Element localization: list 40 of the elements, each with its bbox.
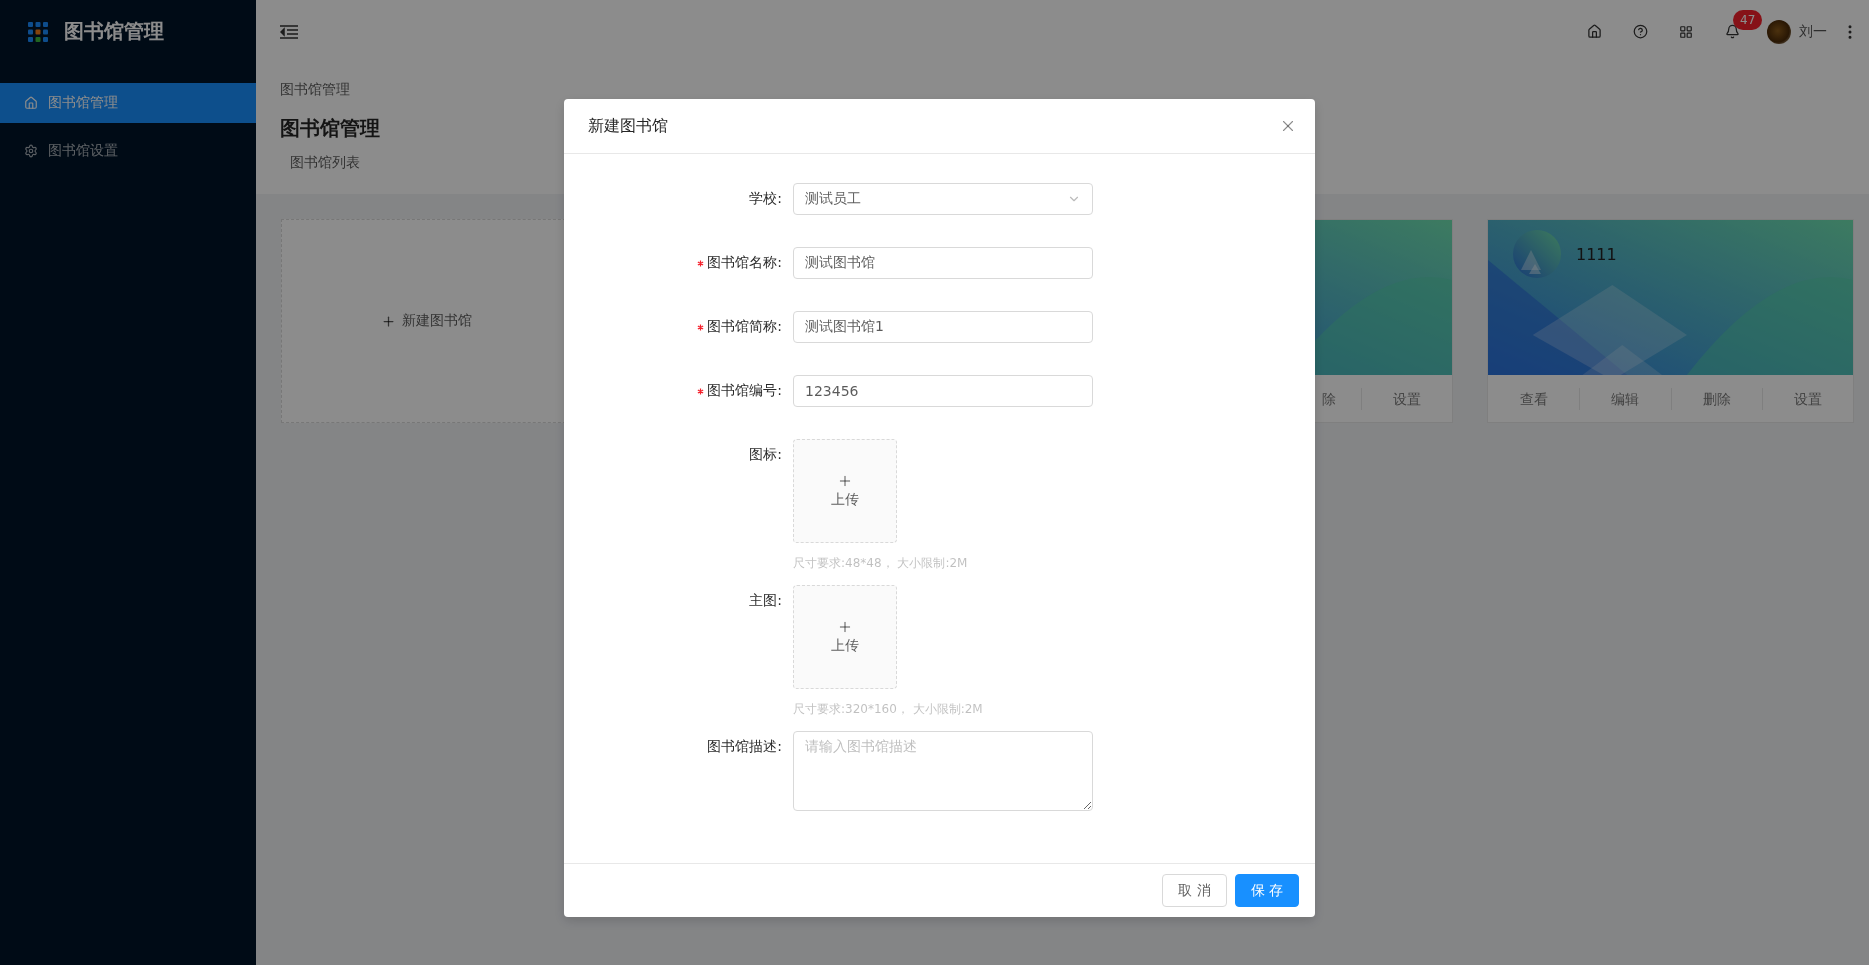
input-field[interactable]: 测试图书馆1 [793, 311, 1093, 343]
upload-button[interactable]: 上传 [793, 585, 897, 689]
tab[interactable]: 图书馆列表 [290, 154, 360, 172]
menu-fold-icon[interactable] [280, 24, 298, 39]
field-label: 图书馆名称: [707, 254, 782, 272]
plus-icon [837, 619, 853, 635]
dialog-title: 新建图书馆 [588, 115, 668, 137]
notification-badge: 47 [1733, 10, 1763, 30]
home-icon[interactable] [1586, 24, 1602, 39]
field-label: 学校: [749, 190, 782, 208]
page-title: 图书馆管理 [280, 115, 380, 142]
help-icon[interactable] [1632, 24, 1648, 39]
input-field[interactable]: 123456 [793, 375, 1093, 407]
input-field[interactable]: 测试图书馆 [793, 247, 1093, 279]
field-label: 图书馆描述: [707, 738, 782, 756]
avatar[interactable] [1767, 19, 1791, 44]
card-action[interactable]: 编辑 [1579, 387, 1671, 410]
field-label: 主图: [749, 592, 782, 610]
grid-icon[interactable] [1679, 24, 1693, 39]
cancel-button[interactable]: 取 消 [1162, 874, 1227, 907]
save-button[interactable]: 保 存 [1234, 874, 1299, 907]
upload-button[interactable]: 上传 [793, 439, 897, 543]
card-action[interactable]: 删除 [1670, 387, 1762, 410]
card-action[interactable]: 设置 [1360, 387, 1452, 410]
school-select[interactable]: 测试员工 [793, 183, 1093, 215]
field-label: 图标: [749, 446, 782, 464]
card-action[interactable]: 查看 [1488, 387, 1580, 410]
field-label: 图书馆简称: [707, 318, 782, 336]
app-title: 图书馆管理 [64, 18, 164, 45]
menu-item[interactable]: 图书馆管理 [0, 83, 256, 123]
grid-logo-icon [28, 21, 48, 42]
breadcrumb[interactable]: 图书馆管理 [280, 81, 350, 99]
home-icon [24, 96, 38, 110]
bell-icon[interactable] [1724, 24, 1740, 39]
menu-item[interactable]: 图书馆设置 [0, 131, 256, 171]
field-label: 图书馆编号: [707, 382, 782, 400]
plus-icon [837, 473, 853, 489]
user-name[interactable]: 刘一 [1799, 22, 1827, 41]
description-field[interactable]: 请输入图书馆描述 [793, 731, 1093, 811]
card-action[interactable]: 设置 [1761, 387, 1853, 410]
